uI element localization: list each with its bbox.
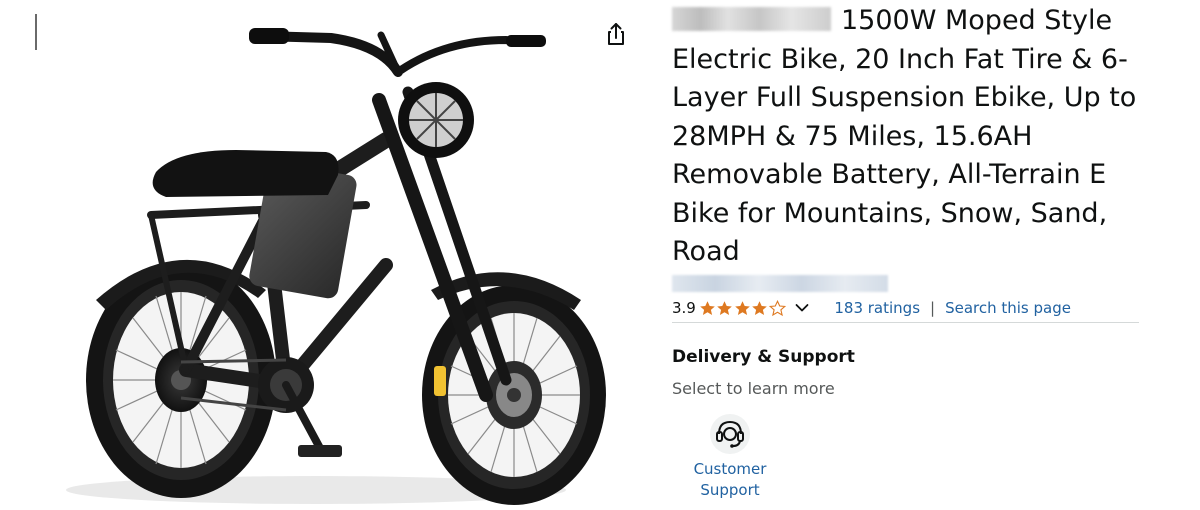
star-filled-icon	[735, 300, 750, 315]
star-filled-icon	[717, 300, 733, 315]
brand-name-redacted	[672, 7, 831, 31]
star-filled-icon	[700, 300, 715, 315]
chevron-down-icon[interactable]	[795, 303, 809, 313]
product-detail-page: 1500W Moped Style Electric Bike, 20 Inch…	[0, 0, 1200, 510]
rating-row: 3.9 183 ratings | Search this page	[672, 297, 1071, 319]
customer-support-label-line1: Customer	[693, 460, 767, 478]
link-separator: |	[930, 299, 936, 317]
product-info-panel: 1500W Moped Style Electric Bike, 20 Inch…	[672, 0, 1142, 510]
delivery-support-heading: Delivery & Support	[672, 347, 855, 367]
customer-support-button[interactable]: Customer Support	[688, 412, 772, 501]
star-filled-icon	[752, 300, 768, 315]
star-rating[interactable]	[699, 299, 787, 317]
share-icon[interactable]	[603, 21, 629, 47]
search-this-page-link[interactable]: Search this page	[945, 299, 1071, 317]
rating-value: 3.9	[672, 299, 696, 317]
customer-support-headset-icon	[710, 414, 750, 454]
delivery-support-subtext: Select to learn more	[672, 379, 835, 398]
product-title: 1500W Moped Style Electric Bike, 20 Inch…	[672, 2, 1137, 272]
product-image[interactable]	[36, 0, 628, 510]
ratings-count-link[interactable]: 183 ratings	[834, 299, 920, 317]
store-link-redacted[interactable]	[672, 275, 888, 292]
section-divider	[672, 322, 1139, 323]
star-empty-icon	[768, 299, 786, 316]
customer-support-label-line2: Support	[700, 481, 760, 499]
product-title-text: 1500W Moped Style Electric Bike, 20 Inch…	[672, 5, 1137, 267]
front-wheel	[422, 285, 606, 505]
